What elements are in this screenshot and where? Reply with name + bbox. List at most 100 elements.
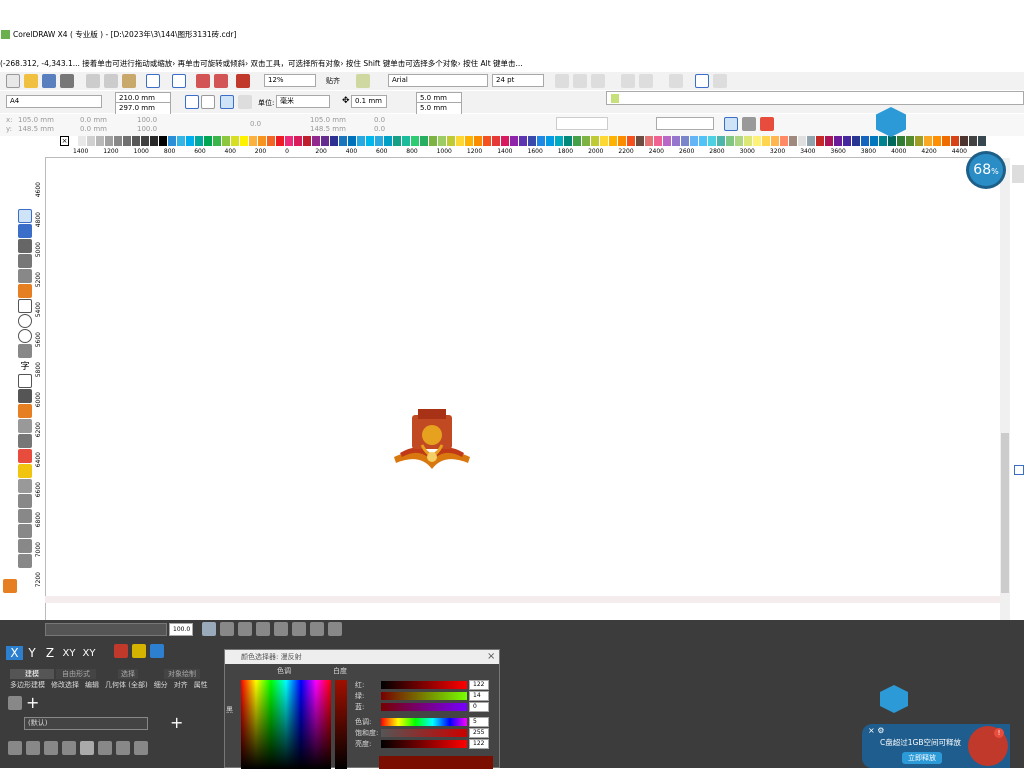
palette-swatch[interactable] — [888, 136, 897, 146]
palette-swatch[interactable] — [267, 136, 276, 146]
palette-swatch[interactable] — [834, 136, 843, 146]
palette-swatch[interactable] — [510, 136, 519, 146]
palette-swatch[interactable] — [393, 136, 402, 146]
pattern-tool-icon[interactable] — [150, 644, 164, 658]
palette-swatch[interactable] — [303, 136, 312, 146]
palette-swatch[interactable] — [474, 136, 483, 146]
palette-swatch[interactable] — [438, 136, 447, 146]
palette-swatch[interactable] — [699, 136, 708, 146]
palette-swatch[interactable] — [159, 136, 168, 146]
palette-swatch[interactable] — [672, 136, 681, 146]
palette-swatch[interactable] — [978, 136, 987, 146]
scale-x-value[interactable]: 100.0 — [137, 116, 157, 124]
notify-button[interactable]: 立即释放 — [902, 752, 942, 764]
horizontal-scrollbar[interactable] — [45, 596, 1000, 603]
color-slider[interactable] — [381, 740, 467, 748]
palette-swatch[interactable] — [519, 136, 528, 146]
pos-y-value[interactable]: 148.5 mm — [310, 125, 346, 133]
bottom-tool-5-icon[interactable] — [80, 741, 94, 755]
palette-swatch[interactable] — [600, 136, 609, 146]
palette-swatch[interactable] — [690, 136, 699, 146]
color-icon[interactable] — [760, 117, 774, 131]
palette-swatch[interactable] — [753, 136, 762, 146]
text-tool-icon[interactable]: 字 — [18, 359, 32, 373]
undo-icon[interactable] — [146, 74, 160, 88]
palette-swatch[interactable] — [231, 136, 240, 146]
palette-swatch[interactable] — [285, 136, 294, 146]
palette-swatch[interactable] — [645, 136, 654, 146]
palette-swatch[interactable] — [942, 136, 951, 146]
palette-swatch[interactable] — [87, 136, 96, 146]
slider-value[interactable]: 0 — [469, 702, 489, 712]
palette-swatch[interactable] — [348, 136, 357, 146]
pan-icon[interactable] — [724, 117, 738, 131]
side-docker-tab[interactable] — [1012, 165, 1024, 183]
slider-value[interactable]: 255 — [469, 728, 489, 738]
zoom-select[interactable]: 12% — [264, 74, 316, 87]
dock-tool-2-icon[interactable] — [220, 622, 234, 636]
palette-swatch[interactable] — [240, 136, 249, 146]
hue-field[interactable] — [241, 680, 331, 769]
interactive-fill-icon[interactable] — [18, 464, 32, 478]
script-tool-icon[interactable] — [18, 539, 32, 553]
smart-fill-icon[interactable] — [18, 284, 32, 298]
crop-tool-icon[interactable] — [18, 239, 32, 253]
palette-swatch[interactable] — [69, 136, 78, 146]
style-dropdown[interactable]: (默认) — [24, 717, 148, 730]
vertical-scrollbar[interactable] — [1000, 158, 1010, 620]
ellipse-tool-icon[interactable] — [18, 314, 32, 328]
dock-tool-8-icon[interactable] — [328, 622, 342, 636]
palette-swatch[interactable] — [870, 136, 879, 146]
palette-swatch[interactable] — [429, 136, 438, 146]
axis-y-button[interactable]: Y — [23, 646, 41, 660]
palette-swatch[interactable] — [609, 136, 618, 146]
palette-swatch[interactable] — [375, 136, 384, 146]
height-value[interactable]: 0.0 mm — [80, 125, 107, 133]
palette-swatch[interactable] — [186, 136, 195, 146]
slider-value[interactable]: 122 — [469, 680, 489, 690]
palette-swatch[interactable] — [402, 136, 411, 146]
layers-tool-icon[interactable] — [18, 509, 32, 523]
dock-tab-modeling[interactable]: 建模 — [10, 669, 54, 679]
landscape-icon[interactable] — [201, 95, 215, 109]
underline-icon[interactable] — [591, 74, 605, 88]
outline-select[interactable] — [656, 117, 714, 130]
dock-tool-7-icon[interactable] — [310, 622, 324, 636]
menu-edit[interactable]: 编辑 — [85, 680, 99, 690]
rotation-value[interactable]: 0.0 — [250, 120, 261, 128]
palette-swatch[interactable] — [528, 136, 537, 146]
cut-icon[interactable] — [86, 74, 100, 88]
add-icon[interactable]: + — [26, 693, 39, 712]
dock-tool-6-icon[interactable] — [292, 622, 306, 636]
open-icon[interactable] — [24, 74, 38, 88]
palette-swatch[interactable] — [114, 136, 123, 146]
palette-swatch[interactable] — [915, 136, 924, 146]
palette-swatch[interactable] — [96, 136, 105, 146]
copy-icon[interactable] — [104, 74, 118, 88]
palette-swatch[interactable] — [879, 136, 888, 146]
scrollbar-thumb[interactable] — [1001, 433, 1009, 593]
axis-xy-button[interactable]: XY — [59, 648, 79, 659]
dock-outline-value[interactable]: 100.0 — [169, 623, 193, 636]
palette-swatch[interactable] — [717, 136, 726, 146]
app-launcher-icon[interactable] — [236, 74, 250, 88]
menu-modify-select[interactable]: 修改选择 — [51, 680, 79, 690]
bottom-tool-2-icon[interactable] — [26, 741, 40, 755]
palette-swatch[interactable] — [321, 136, 330, 146]
dock-tool-5-icon[interactable] — [274, 622, 288, 636]
pen-tool-icon[interactable] — [3, 563, 17, 577]
palette-swatch[interactable] — [969, 136, 978, 146]
mesh-fill-icon[interactable] — [18, 479, 32, 493]
palette-swatch[interactable] — [222, 136, 231, 146]
blend-tool-icon[interactable] — [18, 404, 32, 418]
dock-tool-3-icon[interactable] — [238, 622, 252, 636]
outline-tool-icon[interactable] — [18, 434, 32, 448]
palette-swatch[interactable] — [357, 136, 366, 146]
palette-swatch[interactable] — [150, 136, 159, 146]
dock-tab-select[interactable]: 选择 — [118, 669, 138, 679]
y-value[interactable]: 148.5 mm — [18, 125, 54, 133]
connector-tool-icon[interactable] — [18, 494, 32, 508]
palette-swatch[interactable] — [933, 136, 942, 146]
palette-swatch[interactable] — [411, 136, 420, 146]
add-style-icon[interactable]: + — [170, 713, 183, 732]
